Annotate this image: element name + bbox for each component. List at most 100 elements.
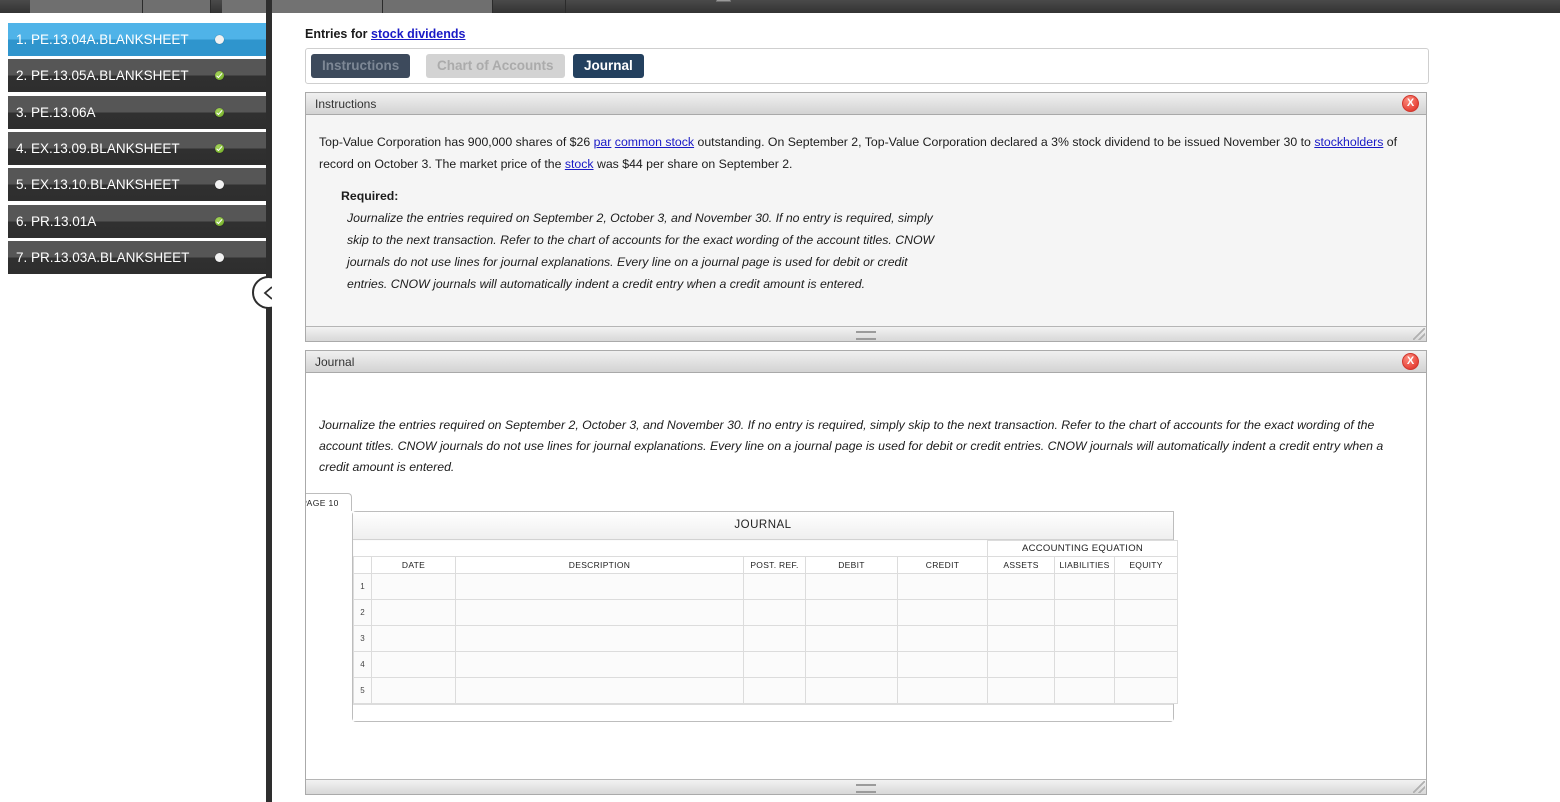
- row-number: 3: [353, 625, 372, 652]
- close-icon[interactable]: X: [1402, 95, 1419, 112]
- cell-debit[interactable]: [805, 599, 898, 626]
- cell-date[interactable]: [371, 651, 456, 678]
- instructions-panel-header: Instructions X: [306, 93, 1426, 115]
- cell-assets[interactable]: [987, 573, 1056, 600]
- journal-instruction-note: Journalize the entries required on Septe…: [319, 418, 1384, 474]
- cell-assets[interactable]: [987, 625, 1056, 652]
- tab-chart-of-accounts[interactable]: Chart of Accounts: [426, 54, 565, 78]
- cell-assets[interactable]: [987, 599, 1056, 626]
- topbar-tab-4[interactable]: [383, 0, 493, 13]
- column-header-description: DESCRIPTION: [455, 556, 744, 574]
- cell-equity[interactable]: [1114, 573, 1179, 600]
- journal-panel-header: Journal X: [306, 351, 1426, 373]
- cell-liabilities[interactable]: [1054, 625, 1116, 652]
- table-row: 4: [353, 651, 1179, 678]
- table-row: 1: [353, 573, 1179, 600]
- topbar-tab-show-me-how[interactable]: Show Me How: [222, 0, 383, 13]
- cell-credit[interactable]: [896, 625, 989, 652]
- cell-description[interactable]: [455, 599, 744, 626]
- cell-assets[interactable]: [987, 677, 1056, 704]
- stock-link[interactable]: stock: [565, 157, 594, 171]
- journal-table-title: JOURNAL: [353, 512, 1173, 540]
- journal-table: ACCOUNTING EQUATION DATE DESCRIPTION POS…: [353, 540, 1179, 704]
- column-header-debit: DEBIT: [805, 556, 898, 574]
- sidebar-item-label: 2. PE.13.05A.BLANKSHEET: [16, 68, 189, 83]
- common-stock-link[interactable]: common stock: [615, 135, 694, 149]
- required-text: Journalize the entries required on Septe…: [347, 211, 935, 291]
- table-row: 5: [353, 677, 1179, 704]
- column-header-assets: ASSETS: [987, 556, 1056, 574]
- cell-equity[interactable]: [1114, 677, 1179, 704]
- sidebar-item-3[interactable]: 3. PE.13.06A: [8, 96, 266, 129]
- cell-description[interactable]: [455, 573, 744, 600]
- cell-debit[interactable]: [805, 651, 898, 678]
- cell-description[interactable]: [455, 651, 744, 678]
- instructions-panel-body: Top-Value Corporation has 900,000 shares…: [306, 115, 1426, 327]
- cell-debit[interactable]: [805, 677, 898, 704]
- journal-resize-bar[interactable]: [306, 779, 1426, 794]
- cell-credit[interactable]: [896, 677, 989, 704]
- tab-instructions[interactable]: Instructions: [311, 54, 411, 78]
- cell-post-ref[interactable]: [743, 599, 806, 626]
- status-dot-complete: [215, 144, 224, 153]
- journal-panel-title: Journal: [315, 355, 355, 369]
- cell-description[interactable]: [455, 677, 744, 704]
- cell-equity[interactable]: [1114, 625, 1179, 652]
- page-number-tab[interactable]: PAGE 10: [306, 493, 352, 511]
- table-row: 2: [353, 599, 1179, 626]
- column-header-date: DATE: [371, 556, 456, 574]
- cell-date[interactable]: [371, 573, 456, 600]
- application-window: Search Show Me How 1. PE.13.04A.BLANKSHE…: [0, 0, 1560, 802]
- cell-liabilities[interactable]: [1054, 651, 1116, 678]
- resize-corner-icon[interactable]: [1413, 781, 1425, 793]
- instructions-panel-title: Instructions: [315, 97, 377, 111]
- resize-corner-icon[interactable]: [1413, 328, 1425, 340]
- sidebar-item-label: 1. PE.13.04A.BLANKSHEET: [16, 32, 189, 47]
- sidebar-item-7[interactable]: 7. PR.13.03A.BLANKSHEET: [8, 241, 266, 274]
- row-number: 4: [353, 651, 372, 678]
- stock-dividends-link[interactable]: stock dividends: [371, 27, 465, 41]
- cell-equity[interactable]: [1114, 651, 1179, 678]
- journal-table-container: JOURNAL ACCOUNTING EQUATION DATE DESCRIP…: [352, 511, 1179, 722]
- cell-date[interactable]: [371, 677, 456, 704]
- sidebar-item-label: 4. EX.13.09.BLANKSHEET: [16, 141, 180, 156]
- cell-post-ref[interactable]: [743, 677, 806, 704]
- required-label: Required:: [341, 189, 399, 203]
- window-icon[interactable]: [716, 0, 731, 2]
- cell-debit[interactable]: [805, 573, 898, 600]
- topbar-tab-2[interactable]: [143, 0, 211, 13]
- instructions-paragraph: Top-Value Corporation has 900,000 shares…: [306, 115, 1426, 175]
- sidebar-item-2[interactable]: 2. PE.13.05A.BLANKSHEET: [8, 59, 266, 92]
- sidebar-item-1[interactable]: 1. PE.13.04A.BLANKSHEET: [8, 23, 266, 56]
- journal-panel-body: Journalize the entries required on Septe…: [306, 373, 1426, 780]
- cell-assets[interactable]: [987, 651, 1056, 678]
- topbar-tab-search[interactable]: Search: [30, 0, 143, 13]
- cell-post-ref[interactable]: [743, 625, 806, 652]
- cell-date[interactable]: [371, 625, 456, 652]
- par-link[interactable]: par: [594, 135, 612, 149]
- cell-liabilities[interactable]: [1054, 677, 1116, 704]
- cell-post-ref[interactable]: [743, 651, 806, 678]
- cell-credit[interactable]: [896, 573, 989, 600]
- instructions-resize-bar[interactable]: [306, 326, 1426, 341]
- resize-grip-icon: [856, 331, 876, 340]
- cell-liabilities[interactable]: [1054, 573, 1116, 600]
- cell-credit[interactable]: [896, 651, 989, 678]
- stockholders-link[interactable]: stockholders: [1314, 135, 1383, 149]
- cell-date[interactable]: [371, 599, 456, 626]
- close-icon[interactable]: X: [1402, 353, 1419, 370]
- cell-description[interactable]: [455, 625, 744, 652]
- cell-post-ref[interactable]: [743, 573, 806, 600]
- instructions-panel: Instructions X Top-Value Corporation has…: [305, 92, 1427, 342]
- journal-table-footer: [353, 704, 1173, 721]
- cell-credit[interactable]: [896, 599, 989, 626]
- sidebar-item-label: 6. PR.13.01A: [16, 214, 97, 229]
- sidebar-item-4[interactable]: 4. EX.13.09.BLANKSHEET: [8, 132, 266, 165]
- cell-equity[interactable]: [1114, 599, 1179, 626]
- tab-journal[interactable]: Journal: [573, 54, 644, 78]
- sidebar-item-6[interactable]: 6. PR.13.01A: [8, 205, 266, 238]
- cell-liabilities[interactable]: [1054, 599, 1116, 626]
- cell-debit[interactable]: [805, 625, 898, 652]
- sidebar-item-5[interactable]: 5. EX.13.10.BLANKSHEET: [8, 168, 266, 201]
- column-header-equity: EQUITY: [1114, 556, 1179, 574]
